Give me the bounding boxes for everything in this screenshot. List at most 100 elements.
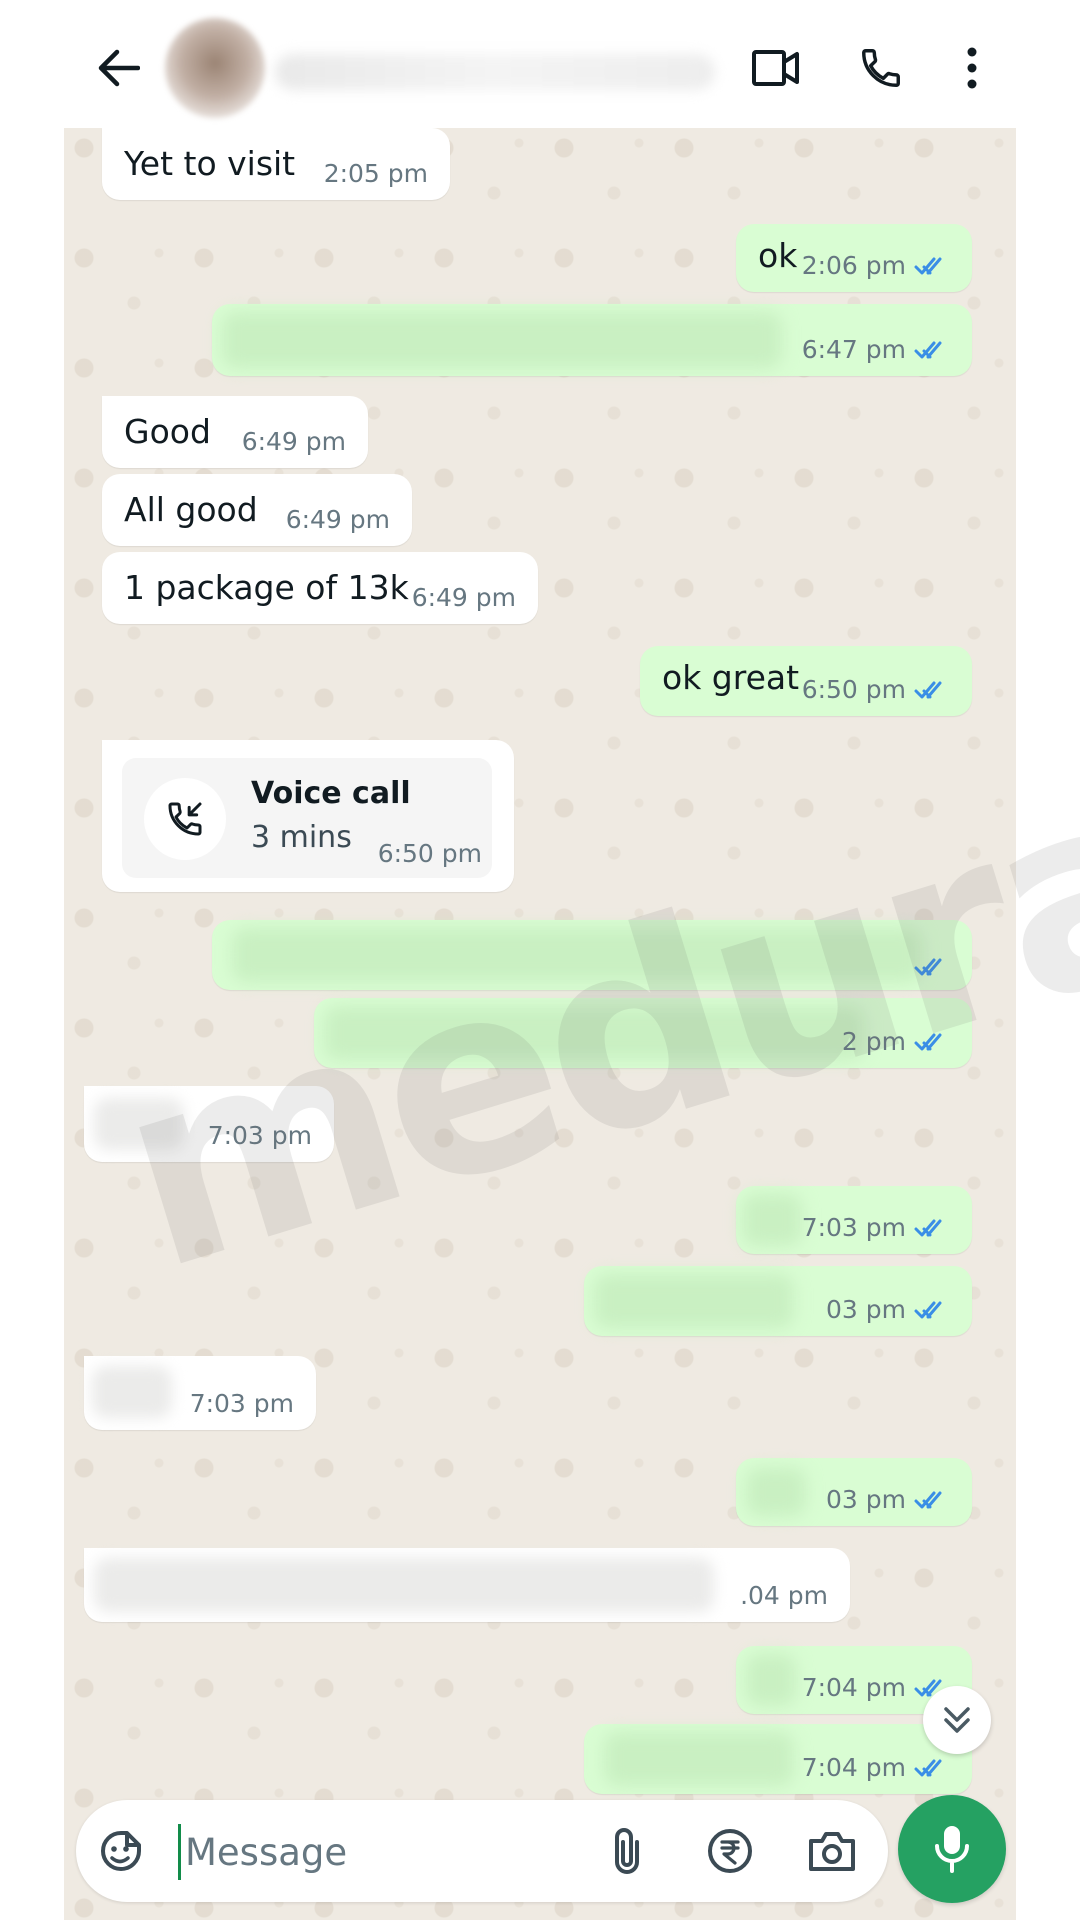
voice-call-card[interactable]: Voice call 3 mins 6:50 pm <box>122 758 492 878</box>
redacted-text <box>92 1366 172 1418</box>
redacted-text <box>604 1732 794 1786</box>
message-text: Yet to visit <box>124 144 296 183</box>
redacted-text <box>324 1006 864 1060</box>
message-meta: 2:06 pm <box>802 251 952 280</box>
message-bubble-outgoing[interactable]: ok great 6:50 pm <box>640 646 972 716</box>
redacted-text <box>94 1558 714 1612</box>
read-ticks-icon <box>914 1219 942 1236</box>
read-ticks-icon <box>914 681 942 698</box>
menu-button[interactable] <box>952 40 992 96</box>
redacted-text <box>746 1654 796 1706</box>
message-text: ok great <box>662 658 800 697</box>
message-meta: 03 pm <box>826 1485 952 1514</box>
message-time: 2:06 pm <box>801 251 906 280</box>
message-bubble-incoming[interactable]: 7:03 pm <box>84 1356 316 1430</box>
redacted-text <box>742 1194 802 1246</box>
message-text: Good <box>124 412 211 451</box>
message-bubble-incoming[interactable]: 1 package of 13k 6:49 pm <box>102 552 538 624</box>
message-meta: 2 pm <box>842 1027 952 1056</box>
read-ticks-icon <box>914 1759 942 1776</box>
redacted-text <box>746 1468 806 1516</box>
message-time: 7:03 pm <box>801 1213 906 1242</box>
video-camera-icon <box>752 50 799 86</box>
contact-name-redacted <box>275 54 715 90</box>
microphone-icon <box>935 1826 969 1873</box>
message-bubble-incoming[interactable]: All good 6:49 pm <box>102 474 412 546</box>
message-text: All good <box>124 490 258 529</box>
message-bubble-incoming[interactable]: Yet to visit 2:05 pm <box>102 128 450 200</box>
phone-icon <box>862 49 900 87</box>
rupee-icon <box>708 1829 752 1873</box>
avatar[interactable] <box>165 18 265 118</box>
message-meta: 6:47 pm <box>802 335 952 364</box>
message-bubble-outgoing[interactable]: 6:47 pm <box>212 304 972 376</box>
read-ticks-icon <box>914 1491 942 1508</box>
chat-header <box>0 0 1080 130</box>
scroll-to-bottom-button[interactable] <box>923 1686 991 1754</box>
message-meta: 6:50 pm <box>802 675 952 704</box>
message-text: ok <box>758 236 798 275</box>
message-bubble-outgoing[interactable]: 03 pm <box>584 1266 972 1336</box>
message-time: 6:50 pm <box>801 675 906 704</box>
message-bubble-outgoing[interactable]: 7:04 pm <box>584 1724 972 1794</box>
message-time: 6:49 pm <box>241 427 346 456</box>
message-meta: 7:04 pm <box>802 1753 952 1782</box>
call-title: Voice call <box>251 776 411 811</box>
message-text: 1 package of 13k <box>124 568 409 607</box>
call-duration: 3 mins <box>251 820 352 855</box>
back-button[interactable] <box>92 42 144 94</box>
voice-call-button[interactable] <box>853 40 909 96</box>
message-composer <box>76 1800 888 1902</box>
message-meta <box>906 956 952 978</box>
read-ticks-icon <box>914 958 942 976</box>
message-time: 7:04 pm <box>801 1673 906 1702</box>
more-vertical-icon <box>967 47 977 89</box>
redacted-text <box>222 312 782 368</box>
read-ticks-icon <box>914 257 942 274</box>
read-ticks-icon <box>914 341 942 358</box>
message-input[interactable] <box>178 1824 587 1880</box>
sticker-icon <box>101 1831 141 1871</box>
sticker-button[interactable] <box>94 1824 148 1878</box>
contact-info[interactable] <box>165 18 720 118</box>
message-time: 2:05 pm <box>323 159 428 188</box>
redacted-text <box>232 928 922 982</box>
message-bubble-outgoing[interactable] <box>212 920 972 990</box>
message-bubble-incoming[interactable]: .04 pm <box>84 1548 850 1622</box>
message-time: 03 pm <box>826 1485 906 1514</box>
voice-message-button[interactable] <box>898 1795 1006 1903</box>
message-time: 7:04 pm <box>801 1753 906 1782</box>
chat-area[interactable]: Yet to visit 2:05 pm ok 2:06 pm 6:47 pm … <box>64 128 1016 1920</box>
message-time: 03 pm <box>826 1295 906 1324</box>
paperclip-icon <box>615 1828 639 1874</box>
voice-call-bubble[interactable]: Voice call 3 mins 6:50 pm <box>102 740 514 892</box>
camera-icon <box>809 1832 855 1871</box>
payment-button[interactable] <box>703 1824 757 1878</box>
message-time: 6:49 pm <box>285 505 390 534</box>
message-time: 6:47 pm <box>801 335 906 364</box>
camera-button[interactable] <box>805 1824 859 1878</box>
message-bubble-outgoing[interactable]: 2 pm <box>314 998 972 1068</box>
video-call-button[interactable] <box>748 40 804 96</box>
message-bubble-outgoing[interactable]: ok 2:06 pm <box>736 224 972 292</box>
redacted-text <box>594 1274 794 1328</box>
message-bubble-incoming[interactable]: Good 6:49 pm <box>102 396 368 468</box>
read-ticks-icon <box>914 1301 942 1318</box>
message-meta: 7:03 pm <box>802 1213 952 1242</box>
attach-button[interactable] <box>600 1824 654 1878</box>
message-time: 6:50 pm <box>377 839 482 868</box>
incoming-call-icon <box>168 802 202 836</box>
double-chevron-down-icon <box>944 1707 970 1733</box>
message-bubble-outgoing[interactable]: 7:03 pm <box>736 1186 972 1254</box>
read-ticks-icon <box>914 1033 942 1050</box>
message-bubble-outgoing[interactable]: 03 pm <box>736 1458 972 1526</box>
message-time: 7:03 pm <box>207 1121 312 1150</box>
message-time: 7:03 pm <box>189 1389 294 1418</box>
message-meta: 03 pm <box>826 1295 952 1324</box>
message-time: .04 pm <box>740 1581 828 1610</box>
message-meta: 7:04 pm <box>802 1673 952 1702</box>
message-bubble-incoming[interactable]: 7:03 pm <box>84 1086 334 1162</box>
message-time: 2 pm <box>841 1027 906 1056</box>
message-time: 6:49 pm <box>411 583 516 612</box>
arrow-left-icon <box>98 49 140 87</box>
